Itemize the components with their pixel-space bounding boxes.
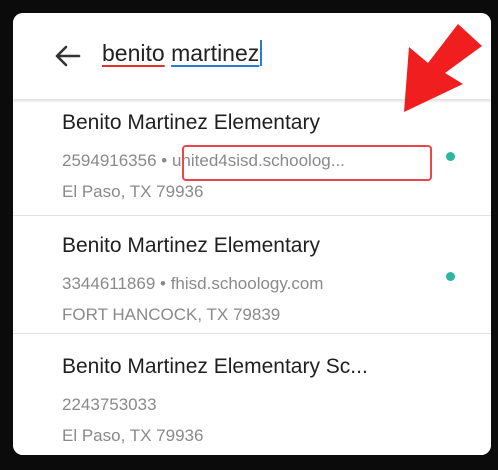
school-code-line: 3344611869 • fhisd.schoology.com [62, 274, 323, 294]
app-screen: benito martinez Benito Martinez Elementa… [13, 13, 491, 455]
school-name: Benito Martinez Elementary [62, 111, 320, 134]
school-location: El Paso, TX 79936 [62, 182, 204, 201]
school-name: Benito Martinez Elementary Sc... [62, 355, 368, 378]
school-domain: united4sisd.schoolog... [171, 151, 345, 170]
separator: • [155, 274, 171, 293]
school-name: Benito Martinez Elementary [62, 234, 320, 257]
status-dot-icon [446, 272, 455, 281]
text-caret [260, 40, 263, 66]
school-code: 3344611869 [62, 274, 156, 293]
school-location: FORT HANCOCK, TX 79839 [62, 305, 281, 324]
school-code-line: 2594916356 • united4sisd.schoolog... [62, 151, 345, 171]
back-arrow-icon[interactable] [53, 44, 81, 68]
search-query-word-2: martinez [171, 40, 260, 66]
list-item[interactable]: Benito Martinez Elementary 2594916356 • … [13, 99, 491, 216]
search-query-word-1: benito [102, 40, 165, 66]
search-input[interactable]: benito martinez [102, 40, 263, 72]
school-domain: fhisd.schoology.com [170, 274, 324, 293]
screenshot-frame: benito martinez Benito Martinez Elementa… [0, 0, 498, 470]
school-code: 2243753033 [62, 395, 157, 414]
list-item[interactable]: Benito Martinez Elementary Sc... 2243753… [13, 334, 491, 455]
school-code: 2594916356 [62, 151, 157, 170]
status-dot-icon [446, 152, 455, 161]
separator: • [156, 151, 172, 170]
list-item[interactable]: Benito Martinez Elementary 3344611869 • … [13, 216, 491, 334]
search-header: benito martinez [13, 13, 491, 99]
results-list: Benito Martinez Elementary 2594916356 • … [13, 99, 491, 455]
school-location: El Paso, TX 79936 [62, 426, 204, 445]
